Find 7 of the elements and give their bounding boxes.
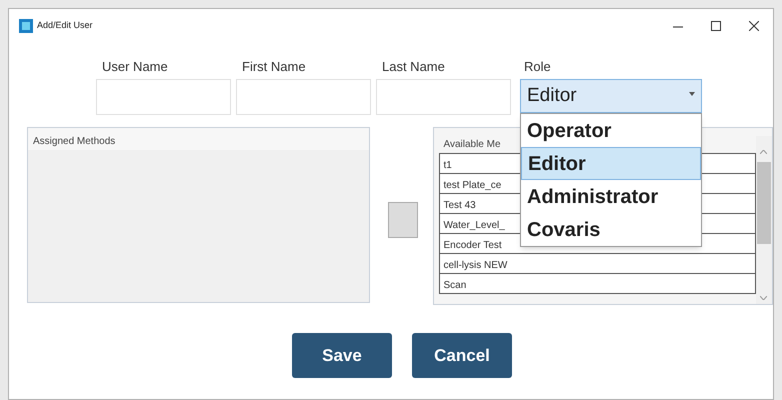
panel-header: Assigned Methods: [28, 128, 369, 150]
field-label: First Name: [241, 58, 307, 76]
field-label: User Name: [101, 58, 169, 76]
list-header: Available Me: [443, 138, 501, 152]
window-title: Add/Edit User: [37, 19, 93, 32]
field-label: Role: [523, 58, 552, 76]
field-label: Last Name: [381, 58, 446, 76]
